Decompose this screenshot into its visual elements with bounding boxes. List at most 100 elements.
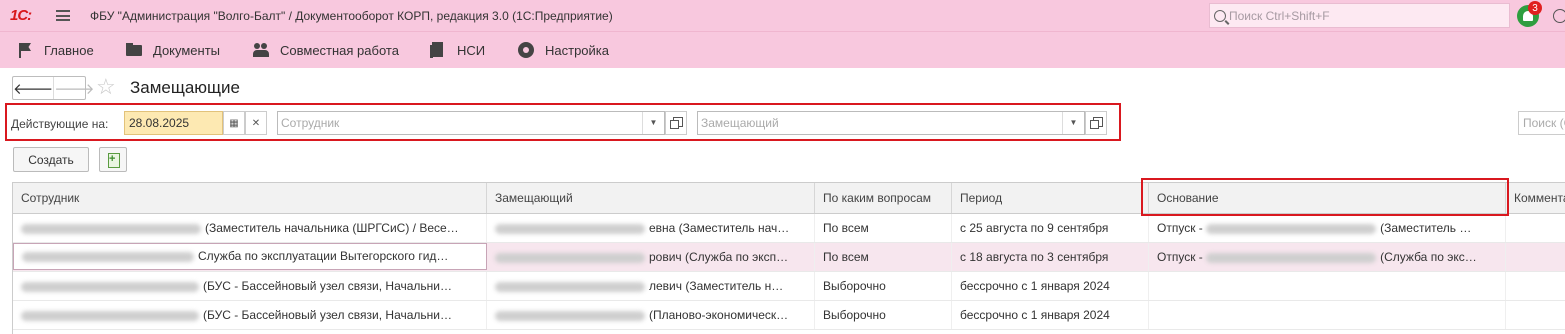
back-button[interactable]: 🡐 xyxy=(13,77,53,99)
redacted-name xyxy=(495,252,645,263)
cell-basis: Отпуск - (Заместитель … xyxy=(1149,214,1506,242)
basis-prefix: Отпуск - xyxy=(1157,221,1203,235)
employee-text: (БУС - Бассейновый узел связи, Начальни… xyxy=(203,279,452,293)
chevron-down-icon[interactable]: ▼ xyxy=(1062,112,1084,134)
notifications-badge: 3 xyxy=(1528,1,1542,15)
substitute-text: левич (Заместитель н… xyxy=(649,279,784,293)
cell-questions: По всем xyxy=(815,214,952,242)
menu-item-label: Настройка xyxy=(545,42,609,58)
book-icon xyxy=(430,42,446,58)
clear-date-button[interactable]: ✕ xyxy=(245,111,267,135)
column-substitute[interactable]: Замещающий xyxy=(487,183,815,213)
active-date-input[interactable]: 28.08.2025 xyxy=(124,111,223,135)
menu-item-label: НСИ xyxy=(457,42,486,58)
sections-bar: Главное Документы Совместная работа НСИ … xyxy=(0,31,1565,68)
cell-employee: Служба по эксплуатации Вытегорского гид… xyxy=(13,243,487,270)
cell-period: бессрочно с 1 января 2024 xyxy=(952,272,1149,300)
redacted-name xyxy=(1206,252,1377,263)
cell-basis xyxy=(1149,301,1506,329)
app-title: ФБУ "Администрация "Волго-Балт" / Докуме… xyxy=(90,8,613,23)
favorite-star-icon[interactable]: ☆ xyxy=(96,74,116,100)
cell-questions: Выборочно xyxy=(815,301,952,329)
create-button[interactable]: Создать xyxy=(13,147,89,172)
gear-icon xyxy=(518,42,534,58)
employee-text: (Заместитель начальника (ШРГСиС) / Весе… xyxy=(205,221,459,235)
substitute-text: евна (Заместитель нач… xyxy=(649,221,790,235)
chevron-down-icon[interactable]: ▼ xyxy=(642,112,664,134)
menu-item-documents[interactable]: Документы xyxy=(126,32,220,69)
cell-employee: (Заместитель начальника (ШРГСиС) / Весе… xyxy=(13,214,487,242)
cell-substitute: рович (Служба по эксп… xyxy=(487,243,815,271)
table-row[interactable]: (БУС - Бассейновый узел связи, Начальни…… xyxy=(13,272,1565,301)
menu-item-main[interactable]: Главное xyxy=(17,32,94,69)
calendar-button[interactable]: ▦ xyxy=(223,111,245,135)
redacted-name xyxy=(22,251,194,262)
list-search-input[interactable]: Поиск (Ctrl+F) xyxy=(1518,111,1565,135)
basis-text: (Заместитель … xyxy=(1380,221,1472,235)
global-search-placeholder: Поиск Ctrl+Shift+F xyxy=(1229,8,1330,23)
cell-questions: Выборочно xyxy=(815,272,952,300)
basis-text: (Служба по экс… xyxy=(1380,250,1477,264)
people-icon xyxy=(253,42,269,58)
table-row-selected[interactable]: Служба по эксплуатации Вытегорского гид…… xyxy=(13,243,1565,272)
redacted-name xyxy=(495,310,645,321)
substitute-placeholder: Замещающий xyxy=(701,116,779,130)
global-search-input[interactable]: Поиск Ctrl+Shift+F xyxy=(1209,3,1510,28)
cell-period: бессрочно с 1 января 2024 xyxy=(952,301,1149,329)
cell-substitute: евна (Заместитель нач… xyxy=(487,214,815,242)
menu-item-settings[interactable]: Настройка xyxy=(518,32,609,69)
cell-substitute: (Планово-экономическ… xyxy=(487,301,815,329)
open-employee-button[interactable] xyxy=(665,111,687,135)
redacted-name xyxy=(21,310,199,321)
cell-period: с 25 августа по 9 сентября xyxy=(952,214,1149,242)
menu-item-nsi[interactable]: НСИ xyxy=(430,32,485,69)
basis-column-highlight-frame xyxy=(1141,178,1509,216)
open-substitute-button[interactable] xyxy=(1085,111,1107,135)
active-on-label: Действующие на: xyxy=(11,117,109,131)
add-document-icon[interactable] xyxy=(99,147,127,172)
column-comment[interactable]: Комментарий xyxy=(1506,183,1565,213)
redacted-name xyxy=(21,223,201,234)
employee-field[interactable]: Сотрудник ▼ xyxy=(277,111,665,135)
search-icon xyxy=(1214,9,1226,22)
cell-period: с 18 августа по 3 сентября xyxy=(952,243,1149,271)
main-menu-icon[interactable] xyxy=(56,10,70,21)
notifications-button[interactable]: 3 xyxy=(1517,1,1542,27)
substitute-text: (Планово-экономическ… xyxy=(649,308,789,322)
substitute-field[interactable]: Замещающий ▼ xyxy=(697,111,1085,135)
substitute-text: рович (Служба по эксп… xyxy=(649,250,789,264)
title-bar: 1С: ФБУ "Администрация "Волго-Балт" / До… xyxy=(0,0,1565,31)
column-employee[interactable]: Сотрудник xyxy=(13,183,487,213)
employee-placeholder: Сотрудник xyxy=(281,116,340,130)
table-row[interactable]: (БУС - Бассейновый узел связи, Начальни…… xyxy=(13,301,1565,330)
menu-item-collaboration[interactable]: Совместная работа xyxy=(253,32,399,69)
employee-text: (БУС - Бассейновый узел связи, Начальни… xyxy=(203,308,452,322)
menu-item-label: Совместная работа xyxy=(280,42,399,58)
calendar-icon: ▦ xyxy=(229,117,239,129)
redacted-name xyxy=(1206,223,1377,234)
close-icon: ✕ xyxy=(251,117,261,129)
cell-questions: По всем xyxy=(815,243,952,271)
redacted-name xyxy=(21,281,199,292)
history-icon[interactable] xyxy=(1553,9,1565,23)
column-period[interactable]: Период xyxy=(952,183,1149,213)
cell-employee: (БУС - Бассейновый узел связи, Начальни… xyxy=(13,272,487,300)
navigation-buttons: 🡐 🡒 xyxy=(12,76,94,100)
menu-item-label: Главное xyxy=(44,42,94,58)
app-logo[interactable]: 1С: xyxy=(10,7,40,24)
cell-substitute: левич (Заместитель н… xyxy=(487,272,815,300)
cell-basis xyxy=(1149,272,1506,300)
cell-employee: (БУС - Бассейновый узел связи, Начальни… xyxy=(13,301,487,329)
redacted-name xyxy=(495,281,645,292)
redacted-name xyxy=(495,223,645,234)
cell-basis: Отпуск - (Служба по экс… xyxy=(1149,243,1506,271)
table-row[interactable]: (Заместитель начальника (ШРГСиС) / Весе…… xyxy=(13,214,1565,243)
flag-icon xyxy=(17,42,33,58)
forward-button[interactable]: 🡒 xyxy=(53,77,94,99)
folder-icon xyxy=(126,42,142,58)
column-questions[interactable]: По каким вопросам xyxy=(815,183,952,213)
employee-text: Служба по эксплуатации Вытегорского гид… xyxy=(198,249,449,263)
menu-item-label: Документы xyxy=(153,42,221,58)
basis-prefix: Отпуск - xyxy=(1157,250,1203,264)
page-title: Замещающие xyxy=(130,78,240,97)
